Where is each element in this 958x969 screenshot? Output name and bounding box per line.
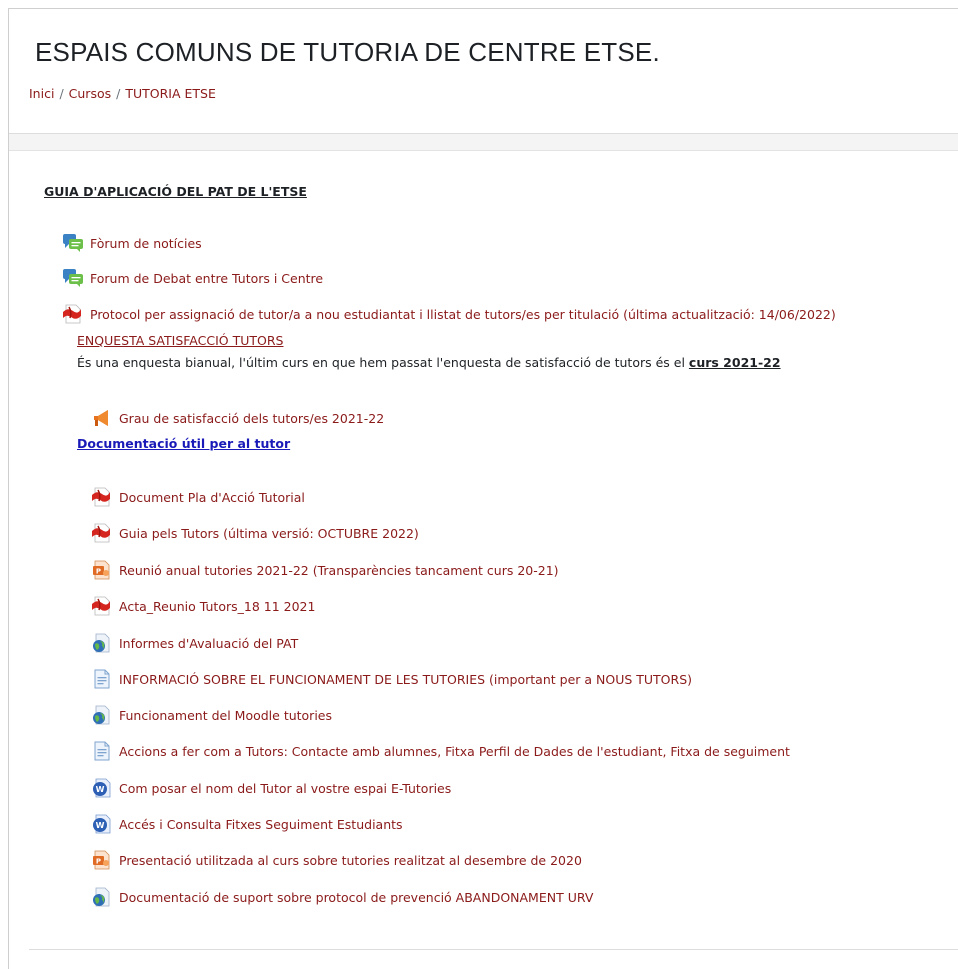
activity-doc[interactable]: P Presentació utilitzada al curs sobre tu…: [91, 849, 582, 871]
megaphone-icon: [91, 408, 113, 428]
activity-label: Com posar el nom del Tutor al vostre esp…: [119, 780, 452, 796]
activity-doc[interactable]: Informes d'Avaluació del PAT: [91, 632, 298, 654]
breadcrumb-course[interactable]: TUTORIA ETSE: [125, 86, 216, 101]
activity-doc[interactable]: INFORMACIÓ SOBRE EL FUNCIONAMENT DE LES …: [91, 668, 692, 690]
activity-label: Guia pels Tutors (última versió: OCTUBRE…: [119, 525, 419, 541]
powerpoint-icon: P: [91, 560, 113, 580]
survey-description: És una enquesta bianual, l'últim curs en…: [77, 355, 781, 370]
url-globe-icon: [91, 633, 113, 653]
activity-news-forum[interactable]: Fòrum de notícies: [62, 232, 202, 254]
activity-doc[interactable]: Documentació de suport sobre protocol de…: [91, 886, 593, 908]
header-divider: [9, 134, 958, 151]
section-title: GUIA D'APLICACIÓ DEL PAT DE L'ETSE: [44, 184, 307, 199]
activity-protocol-pdf[interactable]: Protocol per assignació de tutor/a a nou…: [62, 303, 836, 325]
activity-label: Accés i Consulta Fitxes Seguiment Estudi…: [119, 816, 403, 832]
svg-text:P: P: [96, 857, 101, 865]
word-icon: W: [91, 814, 113, 834]
page-title: ESPAIS COMUNS DE TUTORIA DE CENTRE ETSE.: [35, 37, 660, 67]
breadcrumb: Inici / Cursos / TUTORIA ETSE: [29, 86, 216, 101]
pdf-icon: [62, 304, 84, 324]
pdf-icon: [91, 523, 113, 543]
activity-doc[interactable]: Accions a fer com a Tutors: Contacte amb…: [91, 740, 790, 762]
url-globe-icon: [91, 705, 113, 725]
activity-label: Accions a fer com a Tutors: Contacte amb…: [119, 743, 790, 759]
page-icon: [91, 741, 113, 761]
svg-text:W: W: [96, 785, 105, 794]
breadcrumb-separator: /: [116, 86, 121, 101]
svg-text:W: W: [96, 821, 105, 830]
url-globe-icon: [91, 887, 113, 907]
page-icon: [91, 669, 113, 689]
svg-text:P: P: [96, 567, 101, 575]
activity-label: Fòrum de notícies: [90, 235, 202, 251]
forum-icon: [62, 233, 84, 253]
activity-label: Acta_Reunio Tutors_18 11 2021: [119, 598, 316, 614]
activity-satisfaction-feedback[interactable]: Grau de satisfacció dels tutors/es 2021-…: [91, 407, 384, 429]
activity-label: Protocol per assignació de tutor/a a nou…: [90, 306, 836, 322]
activity-doc[interactable]: P Reunió anual tutories 2021-22 (Transpar…: [91, 559, 559, 581]
activity-label: Documentació de suport sobre protocol de…: [119, 889, 594, 905]
powerpoint-icon: P: [91, 850, 113, 870]
useful-docs-link[interactable]: Documentació útil per al tutor: [77, 436, 290, 451]
activity-debate-forum[interactable]: Forum de Debat entre Tutors i Centre: [62, 267, 323, 289]
page-header: ESPAIS COMUNS DE TUTORIA DE CENTRE ETSE.…: [9, 9, 958, 134]
breadcrumb-separator: /: [59, 86, 64, 101]
activity-label: Informes d'Avaluació del PAT: [119, 635, 299, 651]
word-icon: W: [91, 778, 113, 798]
activity-label: Presentació utilitzada al curs sobre tut…: [119, 852, 582, 868]
activity-label: Funcionament del Moodle tutories: [119, 707, 333, 723]
pdf-icon: [91, 596, 113, 616]
breadcrumb-courses[interactable]: Cursos: [69, 86, 111, 101]
survey-course-year: curs 2021-22: [688, 355, 781, 370]
activity-label: Reunió anual tutories 2021-22 (Transparè…: [119, 562, 559, 578]
activity-doc[interactable]: W Accés i Consulta Fitxes Seguiment Estud…: [91, 813, 403, 835]
activity-label: Grau de satisfacció dels tutors/es 2021-…: [119, 410, 385, 426]
activity-doc[interactable]: Document Pla d'Acció Tutorial: [91, 486, 305, 508]
activity-doc[interactable]: Funcionament del Moodle tutories: [91, 704, 332, 726]
survey-title: ENQUESTA SATISFACCIÓ TUTORS: [77, 333, 284, 348]
activity-label: Forum de Debat entre Tutors i Centre: [90, 270, 324, 286]
activity-doc[interactable]: Guia pels Tutors (última versió: OCTUBRE…: [91, 522, 419, 544]
pdf-icon: [91, 487, 113, 507]
activity-doc[interactable]: Acta_Reunio Tutors_18 11 2021: [91, 595, 315, 617]
section-divider: [29, 949, 958, 950]
activity-label: Document Pla d'Acció Tutorial: [119, 489, 305, 505]
activity-label: INFORMACIÓ SOBRE EL FUNCIONAMENT DE LES …: [119, 671, 693, 687]
forum-icon: [62, 268, 84, 288]
breadcrumb-home[interactable]: Inici: [29, 86, 54, 101]
survey-description-text: És una enquesta bianual, l'últim curs en…: [77, 355, 689, 370]
activity-doc[interactable]: W Com posar el nom del Tutor al vostre es…: [91, 777, 451, 799]
